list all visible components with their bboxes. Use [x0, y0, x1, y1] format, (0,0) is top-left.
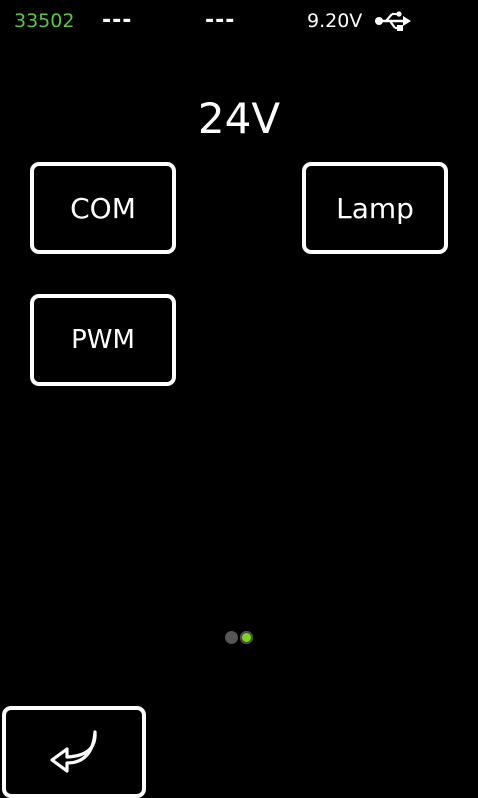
status-field-1: ---	[102, 8, 133, 33]
page-dot-2-active[interactable]	[240, 631, 253, 644]
page-dot-1[interactable]	[225, 631, 238, 644]
back-arrow-icon	[50, 730, 97, 773]
page-title: 24V	[197, 94, 281, 143]
pwm-button-label: PWM	[71, 325, 135, 355]
status-field-2: ---	[205, 8, 236, 33]
lamp-button-label: Lamp	[336, 191, 414, 225]
com-button-label: COM	[70, 191, 136, 225]
com-button[interactable]: COM	[30, 162, 176, 254]
usb-icon	[375, 11, 411, 31]
pwm-button[interactable]: PWM	[30, 294, 176, 386]
page-indicator	[224, 631, 256, 645]
supply-voltage: 9.20V	[307, 10, 363, 32]
back-button[interactable]	[2, 706, 146, 798]
device-id: 33502	[14, 10, 75, 32]
status-bar: 33502 --- --- 9.20V	[0, 0, 478, 44]
lamp-button[interactable]: Lamp	[302, 162, 448, 254]
